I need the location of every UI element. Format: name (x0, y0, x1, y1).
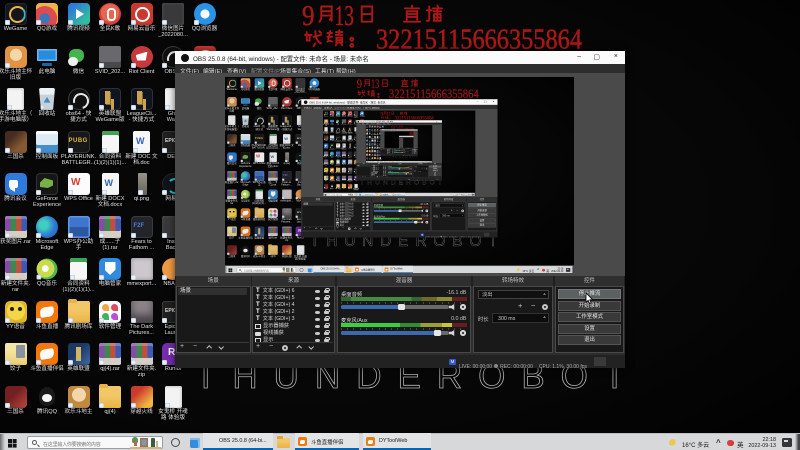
svg-text:13: 13 (387, 111, 391, 117)
svg-text:9: 9 (381, 111, 384, 117)
svg-text:13: 13 (371, 78, 380, 91)
svg-text:9: 9 (302, 2, 315, 32)
svg-text:32215115666355864: 32215115666355864 (376, 24, 582, 54)
svg-text:13: 13 (335, 2, 355, 32)
svg-text:9: 9 (357, 78, 362, 91)
